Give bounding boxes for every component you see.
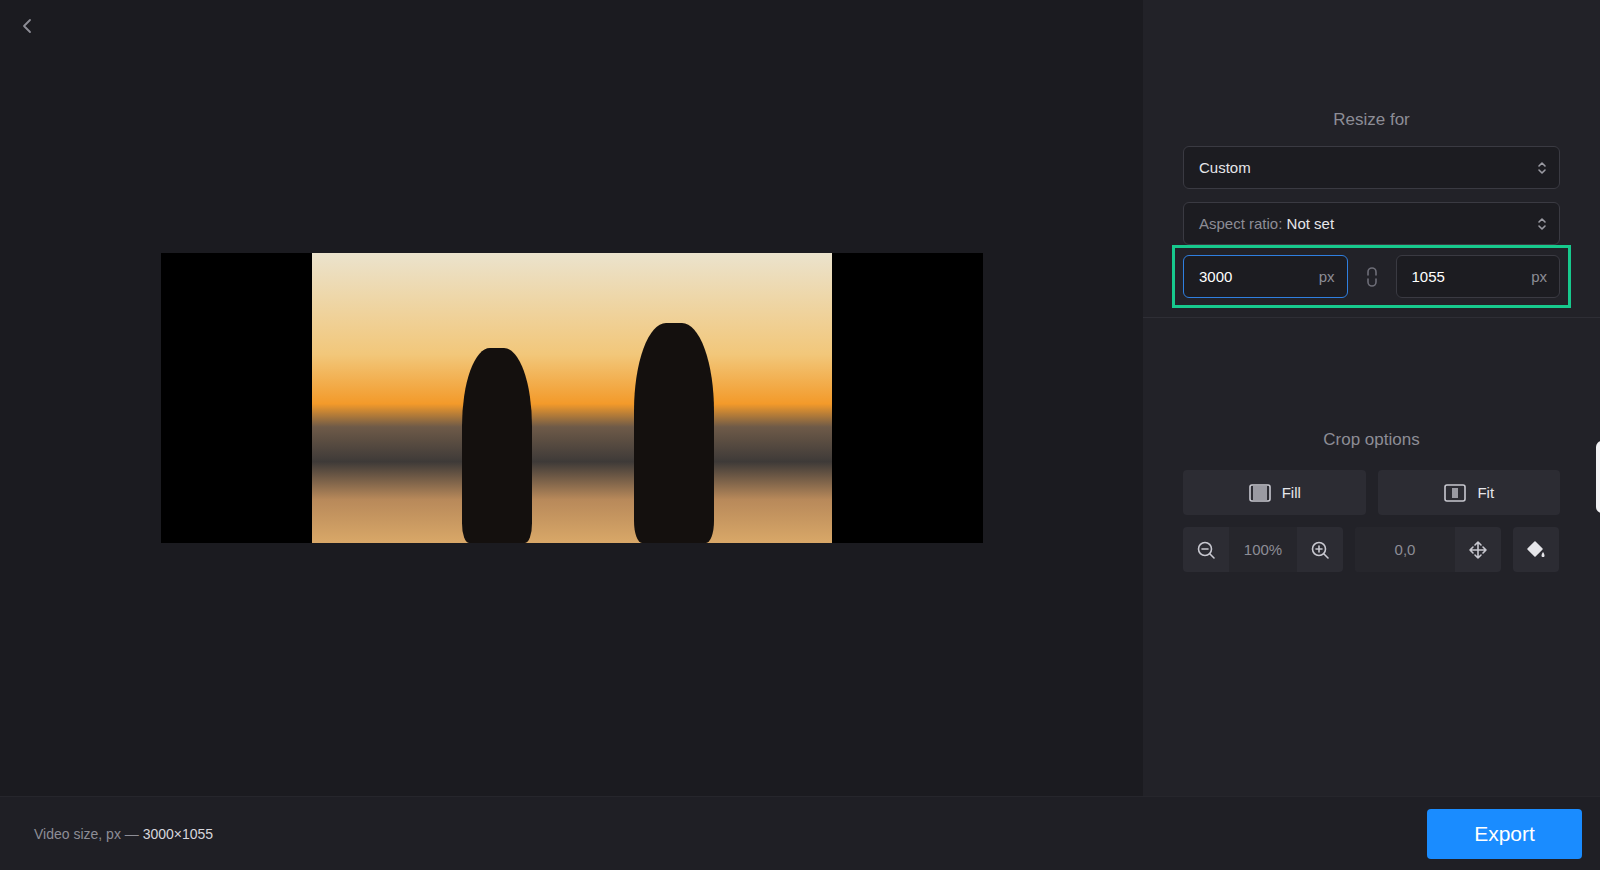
updown-icon	[1537, 216, 1547, 232]
preset-select[interactable]: Custom	[1183, 146, 1560, 189]
unit-label: px	[1319, 268, 1335, 285]
crop-mode-label: Fill	[1282, 484, 1301, 501]
crop-mode-button[interactable]: Fit	[1378, 470, 1561, 515]
background-color-control	[1513, 527, 1559, 572]
zoom-out-button[interactable]	[1183, 527, 1229, 572]
section-title: Crop options	[1183, 428, 1560, 452]
size-fields: 3000px1055px	[1172, 245, 1571, 308]
bottom-bar: Video size, px — 3000×1055 Export	[0, 796, 1600, 870]
paint-bucket-icon	[1525, 539, 1547, 561]
zoom-control: 100%	[1183, 527, 1343, 572]
zoom-value: 100%	[1229, 527, 1297, 572]
height-value: 1055	[1412, 268, 1532, 285]
back-button[interactable]	[18, 16, 38, 36]
updown-icon	[1537, 160, 1547, 176]
aspect-select[interactable]: Aspect ratio: Not set	[1183, 202, 1560, 245]
width-value: 3000	[1199, 268, 1319, 285]
crop-mode-label: Fit	[1477, 484, 1494, 501]
status-text: Video size, px — 3000×1055	[34, 826, 1427, 842]
chevron-left-icon	[18, 16, 38, 36]
crop-mode-button[interactable]: Fill	[1183, 470, 1366, 515]
status-label: Video size, px —	[34, 826, 139, 842]
video-preview	[161, 253, 983, 543]
fill-icon	[1248, 483, 1272, 503]
move-button[interactable]	[1455, 527, 1501, 572]
export-label: Export	[1474, 822, 1535, 846]
zoom-in-button[interactable]	[1297, 527, 1343, 572]
unit-label: px	[1531, 268, 1547, 285]
chain-link-icon	[1360, 265, 1384, 289]
move-arrows-icon	[1468, 540, 1488, 560]
status-value: 3000×1055	[143, 826, 213, 842]
preview-area	[0, 0, 1143, 796]
settings-panel: Resize for Custom Aspect ratio: Not set 300…	[1143, 0, 1600, 796]
aspect-value: Not set	[1287, 215, 1335, 232]
aspect-label: Aspect ratio:	[1199, 215, 1282, 232]
export-button[interactable]: Export	[1427, 809, 1582, 859]
offset-control: 0,0	[1355, 527, 1501, 572]
offset-value: 0,0	[1355, 527, 1455, 572]
side-tab[interactable]	[1596, 441, 1600, 513]
fill-color-button[interactable]	[1513, 527, 1559, 572]
link-toggle[interactable]	[1358, 263, 1386, 291]
height-input[interactable]: 1055px	[1396, 255, 1561, 298]
zoom-out-icon	[1196, 540, 1216, 560]
preset-value: Custom	[1199, 159, 1537, 176]
section-title: Resize for	[1183, 108, 1560, 132]
width-input[interactable]: 3000px	[1183, 255, 1348, 298]
fit-icon	[1443, 483, 1467, 503]
zoom-in-icon	[1310, 540, 1330, 560]
video-frame	[312, 253, 832, 543]
